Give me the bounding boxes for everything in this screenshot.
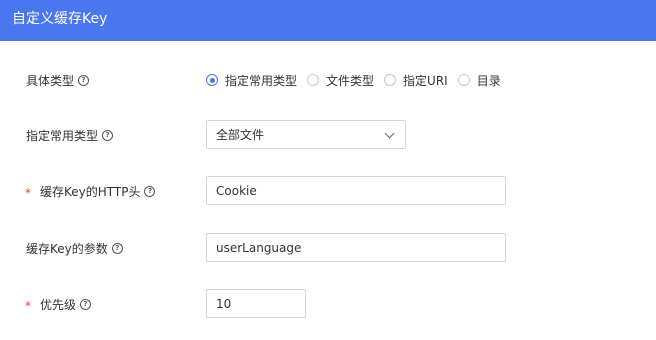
params-label-text: 缓存Key的参数 xyxy=(26,241,108,256)
radio-label: 指定常用类型 xyxy=(225,73,298,88)
params-row: 缓存Key的参数 ? userLanguage xyxy=(0,233,656,263)
radio-option-directory[interactable]: 目录 xyxy=(457,72,501,89)
dialog-title: 自定义缓存Key xyxy=(12,11,108,27)
question-circle-icon[interactable]: ? xyxy=(78,74,90,86)
priority-input[interactable]: 10 xyxy=(206,289,306,318)
priority-label: 优先级 ? xyxy=(40,296,92,312)
type-radio-group: 指定常用类型 文件类型 指定URI 目录 xyxy=(206,72,511,88)
params-input-value: userLanguage xyxy=(216,240,302,255)
question-circle-icon[interactable]: ? xyxy=(111,242,123,254)
radio-unchecked-icon[interactable] xyxy=(384,74,397,86)
common-type-label-text: 指定常用类型 xyxy=(26,128,99,143)
http-header-input[interactable]: Cookie xyxy=(206,176,506,205)
type-row: 具体类型 ? 指定常用类型 文件类型 指定URI 目录 xyxy=(0,72,656,88)
http-header-row: * 缓存Key的HTTP头 ? Cookie xyxy=(0,176,656,206)
http-header-input-value: Cookie xyxy=(216,183,257,198)
question-circle-icon[interactable]: ? xyxy=(144,185,156,197)
priority-input-value: 10 xyxy=(216,296,232,311)
chevron-down-icon[interactable] xyxy=(384,128,395,139)
priority-row: * 优先级 ? 10 xyxy=(0,289,656,319)
radio-option-file-type[interactable]: 文件类型 xyxy=(307,72,374,89)
radio-label: 文件类型 xyxy=(326,73,375,88)
radio-label: 指定URI xyxy=(403,73,448,88)
question-circle-icon[interactable]: ? xyxy=(80,298,92,310)
common-type-row: 指定常用类型 ? 全部文件 xyxy=(0,120,656,150)
question-circle-icon[interactable]: ? xyxy=(102,129,114,141)
common-type-label: 指定常用类型 ? xyxy=(26,127,114,143)
http-header-label-text: 缓存Key的HTTP头 xyxy=(40,184,141,199)
params-label: 缓存Key的参数 ? xyxy=(26,240,123,256)
dialog-header: 自定义缓存Key xyxy=(0,0,656,41)
radio-checked-icon[interactable] xyxy=(206,74,218,86)
radio-unchecked-icon[interactable] xyxy=(307,74,320,86)
required-asterisk: * xyxy=(25,299,31,313)
radio-option-common-type[interactable]: 指定常用类型 xyxy=(206,72,297,89)
common-type-select[interactable]: 全部文件 xyxy=(206,120,406,149)
radio-unchecked-icon[interactable] xyxy=(457,74,470,86)
type-label: 具体类型 ? xyxy=(26,72,90,88)
required-asterisk: * xyxy=(25,186,31,200)
priority-label-text: 优先级 xyxy=(40,297,77,312)
type-label-text: 具体类型 xyxy=(26,73,75,88)
params-input[interactable]: userLanguage xyxy=(206,233,506,262)
http-header-label: 缓存Key的HTTP头 ? xyxy=(40,183,156,199)
common-type-select-value: 全部文件 xyxy=(216,128,265,142)
radio-option-uri[interactable]: 指定URI xyxy=(384,72,448,89)
radio-label: 目录 xyxy=(476,73,501,88)
